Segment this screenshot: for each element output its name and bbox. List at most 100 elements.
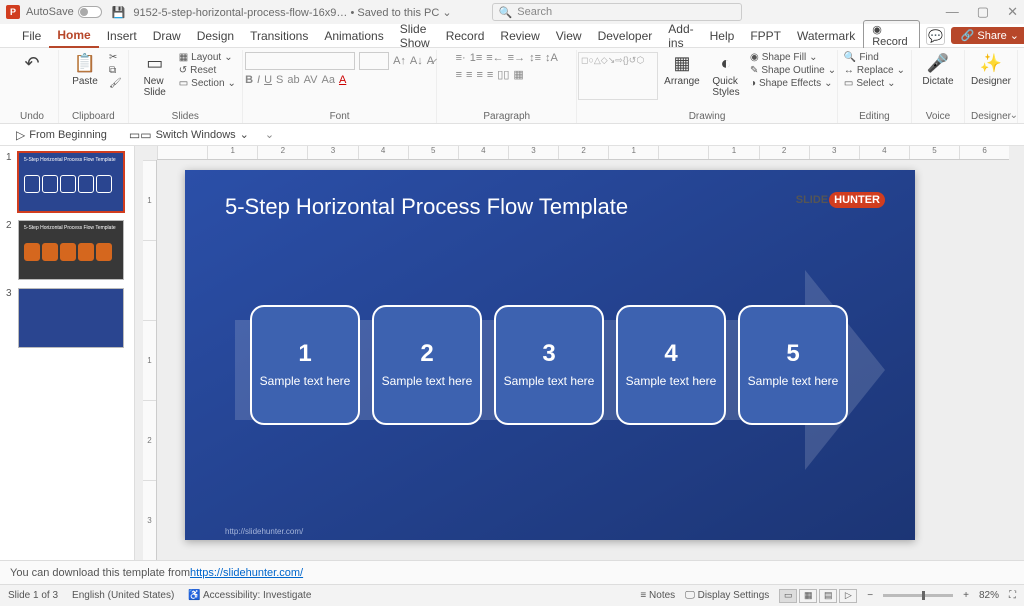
clear-format-icon[interactable]: A̷ [427, 55, 434, 67]
font-size-select[interactable] [359, 52, 389, 70]
decrease-font-icon[interactable]: A↓ [410, 55, 423, 67]
italic-button[interactable]: I [257, 74, 260, 86]
new-slide-button[interactable]: ▭New Slide [135, 52, 175, 98]
tab-view[interactable]: View [548, 24, 590, 48]
shape-outline-button[interactable]: ✎ Shape Outline ⌄ [750, 65, 836, 76]
quick-styles-button[interactable]: ◐Quick Styles [706, 52, 746, 98]
smartart-button[interactable]: ▦ [513, 68, 523, 81]
accessibility-button[interactable]: ♿ Accessibility: Investigate [188, 590, 311, 601]
language-indicator[interactable]: English (United States) [72, 590, 174, 601]
text-direction-button[interactable]: ↕A [545, 52, 558, 64]
replace-button[interactable]: ↔ Replace ⌄ [844, 65, 905, 76]
step-3[interactable]: 3Sample text here [494, 305, 604, 425]
tab-fppt[interactable]: FPPT [742, 24, 789, 48]
zoom-in-button[interactable]: + [963, 590, 969, 601]
collapse-ribbon-icon[interactable]: ⌄ [1010, 110, 1018, 121]
tab-transitions[interactable]: Transitions [242, 24, 316, 48]
notes-pane[interactable]: You can download this template from http… [0, 560, 1024, 584]
copy-button[interactable]: ⧉ [109, 65, 122, 76]
slide-content[interactable]: 5-Step Horizontal Process Flow Template … [185, 170, 915, 540]
step-2[interactable]: 2Sample text here [372, 305, 482, 425]
indent-inc-button[interactable]: ≡→ [508, 52, 525, 64]
record-button[interactable]: ◉ Record [863, 20, 920, 51]
section-button[interactable]: ▭ Section ⌄ [179, 78, 236, 89]
shape-effects-button[interactable]: ◑ Shape Effects ⌄ [750, 78, 836, 89]
indent-dec-button[interactable]: ≡← [486, 52, 503, 64]
tab-slideshow[interactable]: Slide Show [392, 24, 438, 48]
tab-animations[interactable]: Animations [316, 24, 391, 48]
shadow-button[interactable]: ab [287, 74, 299, 86]
display-settings-button[interactable]: 🖵 Display Settings [685, 590, 769, 601]
designer-button[interactable]: ✨Designer [971, 52, 1011, 87]
zoom-slider[interactable] [883, 594, 953, 597]
increase-font-icon[interactable]: A↑ [393, 55, 406, 67]
font-family-select[interactable] [245, 52, 355, 70]
slide-counter[interactable]: Slide 1 of 3 [8, 590, 58, 601]
align-right-button[interactable]: ≡ [476, 69, 482, 81]
align-left-button[interactable]: ≡ [456, 69, 462, 81]
thumbnail-1[interactable]: 1 5-Step Horizontal Process Flow Templat… [6, 152, 134, 212]
autosave-toggle[interactable]: AutoSave [26, 6, 102, 18]
justify-button[interactable]: ≡ [487, 69, 493, 81]
underline-button[interactable]: U [264, 74, 272, 86]
line-spacing-button[interactable]: ↕≡ [529, 52, 541, 64]
close-icon[interactable]: ✕ [1007, 4, 1018, 20]
slide-canvas[interactable]: 123454321123456 1123 5-Step Horizontal P… [135, 146, 1024, 560]
notes-link[interactable]: https://slidehunter.com/ [190, 567, 303, 579]
comments-button[interactable]: 💬 [926, 27, 944, 45]
dictate-button[interactable]: 🎤Dictate [918, 52, 958, 87]
paste-button[interactable]: 📋Paste [65, 52, 105, 87]
zoom-out-button[interactable]: − [867, 590, 873, 601]
from-beginning-button[interactable]: ▷From Beginning [10, 126, 113, 144]
bullets-button[interactable]: ≡· [456, 52, 466, 64]
tab-file[interactable]: File [14, 24, 49, 48]
minimize-icon[interactable]: — [946, 4, 959, 20]
step-1[interactable]: 1Sample text here [250, 305, 360, 425]
qat-overflow-icon[interactable]: ⌄ [265, 128, 274, 141]
reading-view-button[interactable]: ▤ [819, 589, 837, 603]
search-input[interactable]: 🔍 Search [492, 3, 742, 21]
share-button[interactable]: 🔗 Share ⌄ [951, 27, 1024, 44]
select-button[interactable]: ▭ Select ⌄ [844, 78, 905, 89]
tab-insert[interactable]: Insert [99, 24, 145, 48]
switch-windows-button[interactable]: ▭▭Switch Windows ⌄ [123, 126, 255, 144]
tab-home[interactable]: Home [49, 24, 98, 48]
bold-button[interactable]: B [245, 74, 253, 86]
tab-record[interactable]: Record [438, 24, 493, 48]
step-5[interactable]: 5Sample text here [738, 305, 848, 425]
slideshow-view-button[interactable]: ▷ [839, 589, 857, 603]
arrange-button[interactable]: ▦Arrange [662, 52, 702, 87]
sorter-view-button[interactable]: ▦ [799, 589, 817, 603]
undo-button[interactable]: ↶ [12, 52, 52, 74]
tab-design[interactable]: Design [189, 24, 242, 48]
tab-developer[interactable]: Developer [590, 24, 661, 48]
toggle-switch-icon[interactable] [78, 6, 102, 18]
layout-button[interactable]: ▦ Layout ⌄ [179, 52, 236, 63]
maximize-icon[interactable]: ▢ [977, 4, 989, 20]
step-4[interactable]: 4Sample text here [616, 305, 726, 425]
tab-draw[interactable]: Draw [145, 24, 189, 48]
shapes-gallery[interactable]: ◻○△◇↘⇨{}↺⬡ [578, 52, 658, 100]
thumbnail-2[interactable]: 2 5-Step Horizontal Process Flow Templat… [6, 220, 134, 280]
document-title[interactable]: 9152-5-step-horizontal-process-flow-16x9… [133, 6, 451, 19]
spacing-button[interactable]: AV [304, 74, 318, 86]
strike-button[interactable]: S [276, 74, 283, 86]
font-color-button[interactable]: A [339, 74, 346, 86]
cut-button[interactable]: ✂ [109, 52, 122, 63]
tab-watermark[interactable]: Watermark [789, 24, 863, 48]
tab-help[interactable]: Help [702, 24, 743, 48]
shape-fill-button[interactable]: ◉ Shape Fill ⌄ [750, 52, 836, 63]
fit-to-window-button[interactable]: ⛶ [1009, 590, 1016, 601]
tab-review[interactable]: Review [492, 24, 547, 48]
zoom-level[interactable]: 82% [979, 590, 999, 601]
find-button[interactable]: 🔍 Find [844, 52, 905, 63]
reset-button[interactable]: ↺ Reset [179, 65, 236, 76]
columns-button[interactable]: ▯▯ [497, 68, 509, 81]
highlight-button[interactable]: Aa [321, 74, 334, 86]
tab-addins[interactable]: Add-ins [660, 24, 701, 48]
notes-toggle[interactable]: ≡ Notes [640, 590, 675, 601]
format-painter-button[interactable]: 🖌 [109, 78, 122, 89]
thumbnail-3[interactable]: 3 [6, 288, 134, 348]
numbering-button[interactable]: 1≡ [470, 52, 483, 64]
align-center-button[interactable]: ≡ [466, 69, 472, 81]
